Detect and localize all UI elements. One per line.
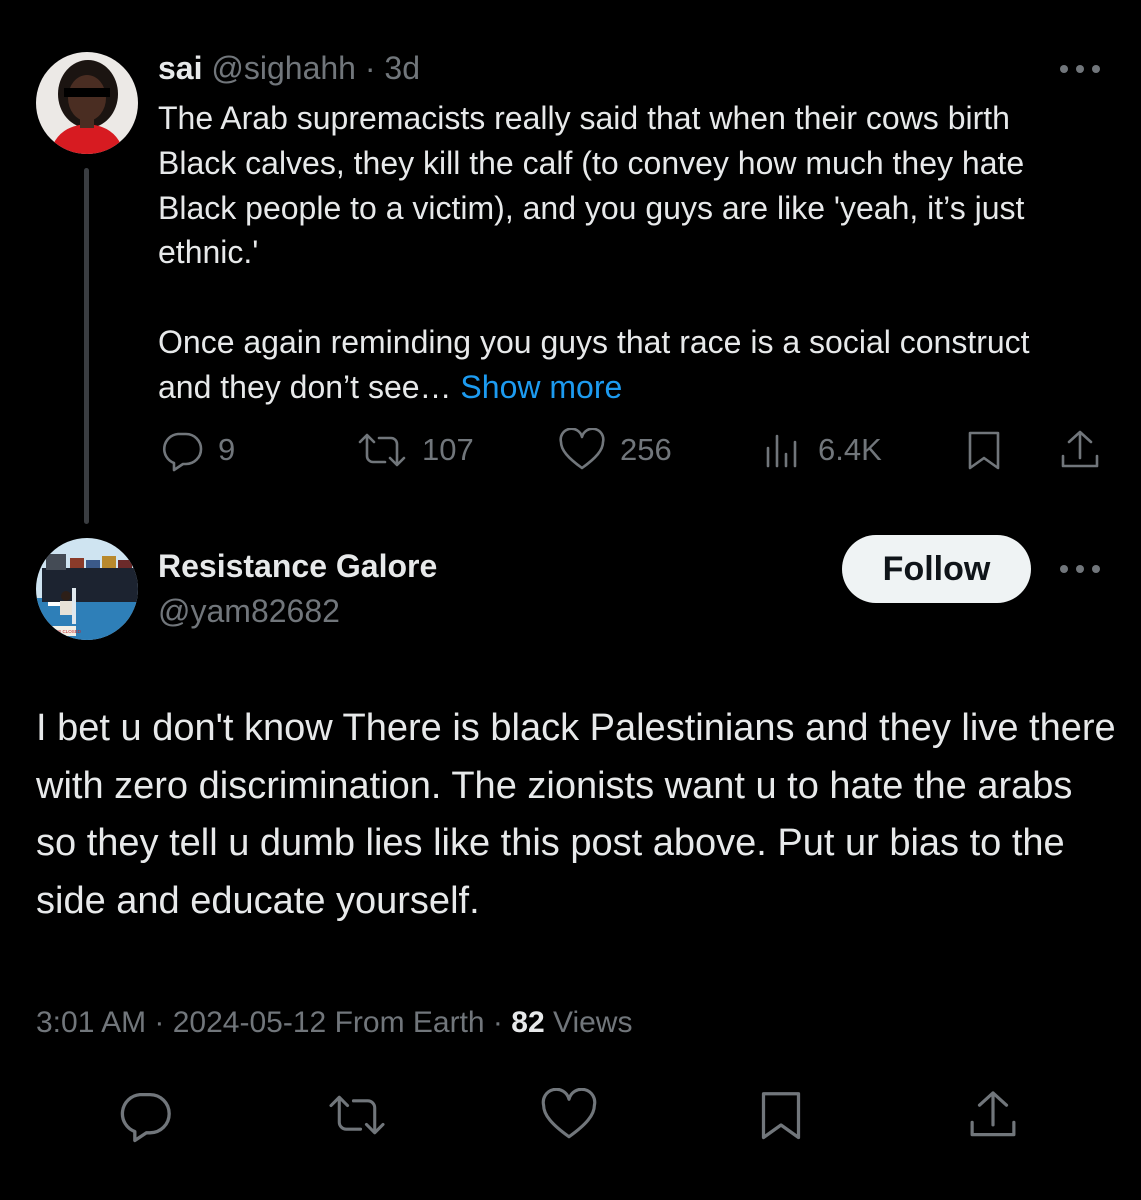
parent-repost-count: 107 (422, 432, 474, 467)
show-more-link[interactable]: Show more (460, 369, 622, 405)
parent-avatar[interactable] (36, 52, 138, 154)
reply-views-count: 82 (511, 1006, 545, 1039)
parent-header: sai @sighahh · 3d (158, 50, 420, 87)
thread-line (84, 168, 89, 524)
parent-bookmark-button[interactable] (964, 428, 1004, 472)
reply-avatar[interactable]: POOL'S CLOSED (36, 538, 138, 640)
parent-text-para1: The Arab supremacists really said that w… (158, 100, 1025, 271)
bookmark-icon (756, 1087, 806, 1148)
reply-handle[interactable]: @yam82682 (158, 593, 340, 630)
reply-source: From Earth (334, 1006, 485, 1039)
reply-more-icon[interactable] (1058, 557, 1102, 586)
reply-display-name[interactable]: Resistance Galore (158, 548, 437, 585)
bookmark-icon (964, 428, 1004, 472)
parent-like-count: 256 (620, 432, 672, 467)
repost-icon (356, 428, 408, 472)
parent-reply-button[interactable]: 9 (160, 428, 235, 472)
share-icon (1058, 428, 1102, 472)
repost-icon (326, 1089, 388, 1146)
header-separator: · (355, 50, 385, 86)
like-button[interactable] (538, 1086, 600, 1148)
parent-handle[interactable]: @sighahh (211, 50, 356, 86)
reply-date[interactable]: 2024-05-12 (173, 1006, 326, 1039)
reply-button[interactable] (114, 1086, 176, 1148)
bookmark-button[interactable] (750, 1086, 812, 1148)
parent-repost-button[interactable]: 107 (356, 428, 474, 472)
parent-text-para2: Once again reminding you guys that race … (158, 320, 1088, 410)
avatar-sign-text: POOL'S CLOSED (45, 629, 82, 634)
like-icon (558, 428, 606, 472)
parent-reply-count: 9 (218, 432, 236, 467)
repost-button[interactable] (326, 1086, 388, 1148)
reply-icon (117, 1087, 173, 1148)
reply-time[interactable]: 3:01 AM (36, 1006, 146, 1039)
parent-share-button[interactable] (1058, 428, 1102, 472)
parent-more-icon[interactable] (1058, 57, 1102, 86)
like-icon (540, 1087, 598, 1147)
parent-views-button[interactable]: 6.4K (764, 428, 882, 472)
reply-metadata: 3:01 AM · 2024-05-12 From Earth · 82 Vie… (36, 1006, 633, 1039)
parent-age[interactable]: 3d (384, 50, 420, 86)
reply-views-label: Views (552, 1006, 633, 1039)
parent-like-button[interactable]: 256 (558, 428, 672, 472)
views-icon (764, 428, 804, 472)
reply-tweet-text: I bet u don't know There is black Palest… (36, 707, 1116, 922)
parent-tweet-text: The Arab supremacists really said that w… (158, 96, 1088, 410)
parent-views-count: 6.4K (818, 432, 882, 467)
follow-button[interactable]: Follow (842, 535, 1031, 603)
share-icon (966, 1088, 1020, 1147)
parent-display-name[interactable]: sai (158, 50, 202, 86)
reply-icon (160, 428, 204, 472)
share-button[interactable] (962, 1086, 1024, 1148)
